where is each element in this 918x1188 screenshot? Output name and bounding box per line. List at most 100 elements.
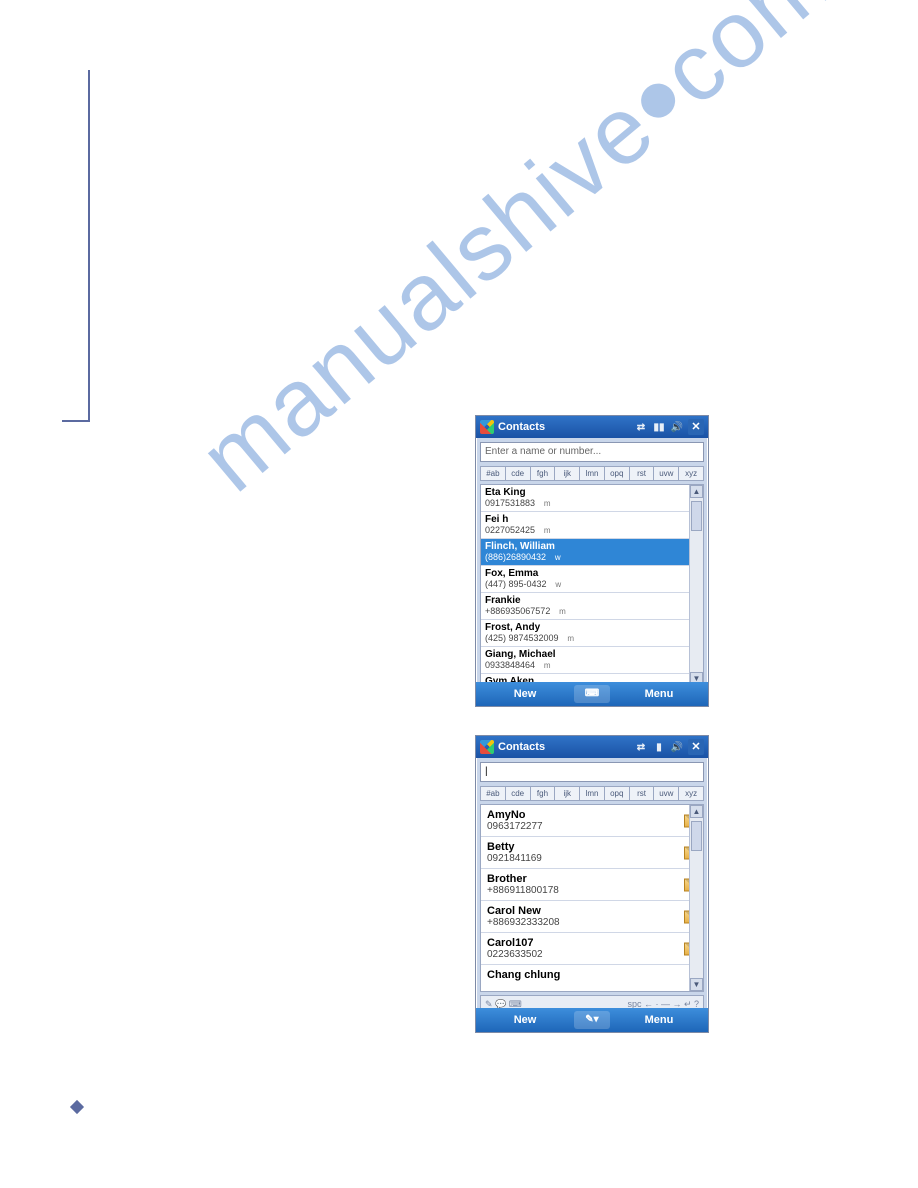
contact-tag: w xyxy=(555,553,561,562)
contact-tag: m xyxy=(559,607,566,616)
contact-row[interactable]: Giang, Michael 0933848464 m xyxy=(481,647,703,674)
contact-row[interactable]: Carol107 0223633502 xyxy=(481,933,703,965)
contact-row[interactable]: Frankie +886935067572 m xyxy=(481,593,703,620)
alpha-chip[interactable]: lmn xyxy=(579,466,604,481)
contact-number: (447) 895-0432 xyxy=(485,579,547,589)
contact-name: Fox, Emma xyxy=(485,568,687,579)
close-icon[interactable]: ✕ xyxy=(688,739,704,755)
contact-number: (425) 9874532009 xyxy=(485,633,559,643)
start-flag-icon[interactable] xyxy=(480,740,494,754)
softkey-bar: New ⌨ Menu xyxy=(476,682,708,706)
contact-number: 0933848464 xyxy=(485,660,535,670)
contact-name: Frost, Andy xyxy=(485,622,687,633)
signal-icon[interactable]: ▮▮ xyxy=(652,422,666,433)
alpha-chip[interactable]: #ab xyxy=(480,786,505,801)
screenshot-contacts-outlook: Contacts ⇄ ▮▮ 🔊 ✕ Enter a name or number… xyxy=(475,415,709,707)
scroll-thumb[interactable] xyxy=(691,501,702,531)
alpha-chip[interactable]: xyz xyxy=(678,466,704,481)
sip-toggle-icon[interactable]: ✎▾ xyxy=(574,1011,610,1029)
alpha-chip[interactable]: #ab xyxy=(480,466,505,481)
scroll-down-icon[interactable]: ▼ xyxy=(690,978,703,991)
contact-name: AmyNo xyxy=(487,809,683,821)
alpha-chip[interactable]: xyz xyxy=(678,786,704,801)
volume-icon[interactable]: 🔊 xyxy=(670,742,684,753)
page-margin-tick xyxy=(62,420,90,422)
contact-number: 0227052425 xyxy=(485,525,535,535)
screenshot-contacts-sim: Contacts ⇄ ▮ 🔊 ✕ | #ab cde fgh ijk lmn o… xyxy=(475,735,709,1033)
softkey-new[interactable]: New xyxy=(476,1014,574,1026)
alpha-chip[interactable]: fgh xyxy=(530,786,555,801)
search-input[interactable]: Enter a name or number... xyxy=(480,442,704,462)
contact-number: 0917531883 xyxy=(485,498,535,508)
volume-icon[interactable]: 🔊 xyxy=(670,422,684,433)
contact-row[interactable]: Carol New +886932333208 xyxy=(481,901,703,933)
connectivity-icon[interactable]: ⇄ xyxy=(634,422,648,433)
scrollbar[interactable]: ▲ ▼ xyxy=(689,805,703,991)
contact-row[interactable]: Fox, Emma (447) 895-0432 w xyxy=(481,566,703,593)
contact-number: +886932333208 xyxy=(487,917,683,928)
alpha-chip[interactable]: cde xyxy=(505,786,530,801)
contact-row[interactable]: Frost, Andy (425) 9874532009 m xyxy=(481,620,703,647)
softkey-new[interactable]: New xyxy=(476,688,574,700)
softkey-bar: New ✎▾ Menu xyxy=(476,1008,708,1032)
alpha-chip[interactable]: uvw xyxy=(653,466,678,481)
softkey-menu[interactable]: Menu xyxy=(610,688,708,700)
contact-number: (886)26890432 xyxy=(485,552,546,562)
alpha-chip[interactable]: cde xyxy=(505,466,530,481)
connectivity-icon[interactable]: ⇄ xyxy=(634,742,648,753)
contact-row[interactable]: Brother +886911800178 xyxy=(481,869,703,901)
contact-row[interactable]: Betty 0921841169 xyxy=(481,837,703,869)
alpha-chip[interactable]: ijk xyxy=(554,786,579,801)
contact-tag: m xyxy=(544,661,551,670)
close-icon[interactable]: ✕ xyxy=(688,419,704,435)
contact-name: Carol107 xyxy=(487,937,683,949)
alpha-chip[interactable]: ijk xyxy=(554,466,579,481)
contact-list: Eta King 0917531883 m Fei h 0227052425 m… xyxy=(480,484,704,686)
contact-row-partial[interactable]: Chang chlung xyxy=(481,965,703,985)
contact-name: Betty xyxy=(487,841,683,853)
scroll-up-icon[interactable]: ▲ xyxy=(690,485,703,498)
scroll-up-icon[interactable]: ▲ xyxy=(690,805,703,818)
titlebar: Contacts ⇄ ▮▮ 🔊 ✕ xyxy=(476,416,708,438)
contact-number: 0921841169 xyxy=(487,853,683,864)
contact-number: +886911800178 xyxy=(487,885,683,896)
contact-name: Fei h xyxy=(485,514,687,525)
contact-name: Flinch, William xyxy=(485,541,687,552)
contact-row[interactable]: AmyNo 0963172277 xyxy=(481,805,703,837)
scrollbar[interactable]: ▲ ▼ xyxy=(689,485,703,685)
scroll-thumb[interactable] xyxy=(691,821,702,851)
contact-name: Chang chlung xyxy=(487,969,683,981)
alpha-index: #ab cde fgh ijk lmn opq rst uvw xyz xyxy=(480,466,704,481)
app-title: Contacts xyxy=(498,741,545,753)
contact-row[interactable]: Eta King 0917531883 m xyxy=(481,485,703,512)
signal-icon[interactable]: ▮ xyxy=(652,742,666,753)
contact-number: 0223633502 xyxy=(487,949,683,960)
search-input[interactable]: | xyxy=(480,762,704,782)
softkey-menu[interactable]: Menu xyxy=(610,1014,708,1026)
alpha-chip[interactable]: uvw xyxy=(653,786,678,801)
sip-toggle-icon[interactable]: ⌨ xyxy=(574,685,610,703)
contact-name: Brother xyxy=(487,873,683,885)
alpha-chip[interactable]: opq xyxy=(604,786,629,801)
contact-name: Carol New xyxy=(487,905,683,917)
contact-tag: m xyxy=(544,526,551,535)
contact-tag: w xyxy=(555,580,561,589)
contact-row-selected[interactable]: Flinch, William (886)26890432 w xyxy=(481,539,703,566)
alpha-index: #ab cde fgh ijk lmn opq rst uvw xyz xyxy=(480,786,704,801)
contact-name: Frankie xyxy=(485,595,687,606)
contact-name: Eta King xyxy=(485,487,687,498)
app-title: Contacts xyxy=(498,421,545,433)
alpha-chip[interactable]: rst xyxy=(629,786,654,801)
footer-bullet-icon xyxy=(70,1100,84,1114)
contact-number: +886935067572 xyxy=(485,606,550,616)
contact-tag: m xyxy=(544,499,551,508)
contact-row[interactable]: Fei h 0227052425 m xyxy=(481,512,703,539)
alpha-chip[interactable]: fgh xyxy=(530,466,555,481)
alpha-chip[interactable]: opq xyxy=(604,466,629,481)
contact-tag: m xyxy=(567,634,574,643)
alpha-chip[interactable]: lmn xyxy=(579,786,604,801)
titlebar: Contacts ⇄ ▮ 🔊 ✕ xyxy=(476,736,708,758)
start-flag-icon[interactable] xyxy=(480,420,494,434)
contact-list: AmyNo 0963172277 Betty 0921841169 Brothe… xyxy=(480,804,704,992)
alpha-chip[interactable]: rst xyxy=(629,466,654,481)
